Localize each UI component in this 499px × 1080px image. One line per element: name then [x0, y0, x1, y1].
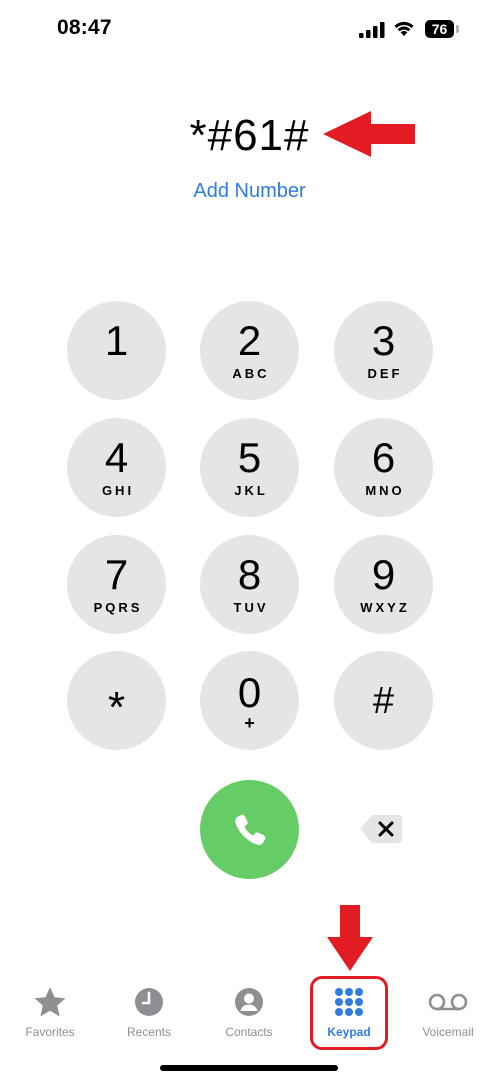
tab-recents[interactable]: Recents — [109, 985, 189, 1039]
key-letters: TUV — [233, 600, 269, 615]
tab-contacts[interactable]: Contacts — [209, 985, 289, 1039]
dialed-number: *#61# — [0, 108, 499, 164]
key-4[interactable]: 4 GHI — [67, 418, 166, 517]
key-digit: * — [107, 682, 126, 732]
tab-label: Favorites — [25, 1025, 75, 1039]
key-9[interactable]: 9 WXYZ — [334, 535, 433, 634]
clock-icon — [135, 988, 163, 1016]
battery-tip — [456, 25, 459, 33]
key-0[interactable]: 0 + — [200, 651, 299, 750]
tab-label: Voicemail — [422, 1025, 474, 1039]
person-icon — [235, 988, 263, 1016]
backspace-icon[interactable] — [360, 815, 402, 843]
key-letters: MNO — [365, 483, 405, 498]
key-2[interactable]: 2 ABC — [200, 301, 299, 400]
annotation-highlight-box — [310, 976, 388, 1050]
annotation-arrow-down-icon — [327, 905, 373, 971]
battery-icon: 76 — [425, 20, 454, 38]
key-digit: 2 — [237, 317, 262, 364]
key-digit: # — [372, 679, 395, 722]
key-letters: WXYZ — [360, 600, 410, 615]
key-digit: 9 — [371, 551, 396, 598]
key-letters: GHI — [101, 483, 135, 498]
key-3[interactable]: 3 DEF — [334, 301, 433, 400]
key-digit: 6 — [371, 434, 396, 481]
key-digit: 5 — [237, 434, 262, 481]
key-7[interactable]: 7 PQRS — [67, 535, 166, 634]
key-digit: 4 — [104, 434, 129, 481]
home-indicator[interactable] — [160, 1065, 338, 1071]
tab-bar: Favorites Recents Contacts Keypad Voicem… — [0, 985, 499, 1045]
tab-label: Recents — [126, 1025, 172, 1039]
voicemail-icon — [428, 993, 468, 1011]
phone-icon — [234, 814, 265, 845]
dialed-number-text: *#61# — [189, 111, 310, 160]
key-digit: 3 — [371, 317, 396, 364]
key-letters: PQRS — [93, 600, 143, 615]
tab-voicemail[interactable]: Voicemail — [408, 985, 488, 1039]
star-icon — [34, 987, 66, 1017]
status-bar: 08:47 76 — [0, 0, 499, 60]
key-1[interactable]: 1 — [67, 301, 166, 400]
signal-icon — [359, 22, 385, 38]
call-button[interactable] — [200, 780, 299, 879]
key-digit: 1 — [104, 316, 129, 364]
tab-label: Contacts — [225, 1025, 273, 1039]
key-digit: 7 — [104, 551, 129, 598]
wifi-icon — [394, 21, 414, 36]
key-plus: + — [244, 712, 255, 733]
key-letters: ABC — [232, 366, 270, 381]
annotation-arrow-left-icon — [323, 111, 415, 157]
status-time: 08:47 — [57, 16, 112, 39]
key-8[interactable]: 8 TUV — [200, 535, 299, 634]
key-hash[interactable]: # — [334, 651, 433, 750]
key-5[interactable]: 5 JKL — [200, 418, 299, 517]
tab-favorites[interactable]: Favorites — [10, 985, 90, 1039]
key-star[interactable]: * — [67, 651, 166, 750]
key-letters: JKL — [234, 483, 268, 498]
key-letters: DEF — [367, 366, 403, 381]
add-number-button[interactable]: Add Number — [0, 180, 499, 203]
key-letters — [115, 366, 118, 382]
key-digit: 8 — [237, 551, 262, 598]
key-6[interactable]: 6 MNO — [334, 418, 433, 517]
key-digit: 0 — [237, 668, 262, 716]
